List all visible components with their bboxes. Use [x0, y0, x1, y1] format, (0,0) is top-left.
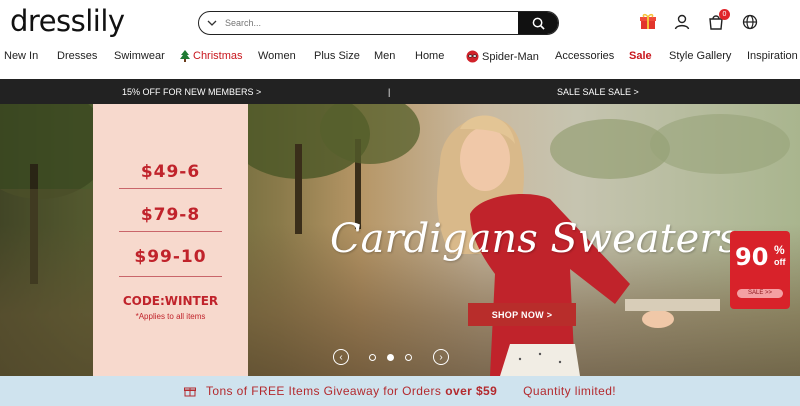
logo[interactable]: dresslily: [10, 4, 125, 38]
carousel-dot[interactable]: [369, 354, 376, 361]
sale-pill: SALE >>: [737, 289, 783, 298]
price-divider: [119, 188, 222, 189]
bag-icon[interactable]: 0: [706, 9, 730, 32]
chevron-left-icon: ‹: [339, 351, 343, 363]
carousel-next-button[interactable]: ›: [433, 349, 449, 365]
price-tier-2: $79-8: [140, 205, 201, 225]
discount-percent: 90: [735, 243, 769, 271]
spiderman-icon: [466, 50, 479, 63]
site-header: dresslily 0: [0, 0, 800, 44]
price-tier-1: $49-6: [140, 162, 201, 182]
nav-item-swimwear[interactable]: Swimwear: [114, 50, 165, 62]
nav-item-christmas[interactable]: Christmas: [180, 50, 243, 62]
bag-count-badge: 0: [719, 9, 730, 20]
discount-badge[interactable]: 90 % off SALE >>: [730, 231, 790, 309]
gift-icon[interactable]: [638, 12, 658, 32]
nav-item-inspiration[interactable]: Inspiration: [747, 50, 798, 62]
promo-new-members-link[interactable]: 15% OFF FOR NEW MEMBERS >: [122, 87, 261, 97]
shop-now-button[interactable]: SHOP NOW >: [468, 303, 576, 326]
gift-icon: [183, 385, 196, 397]
promo-code: CODE:WINTER: [122, 294, 219, 308]
chevron-right-icon: ›: [439, 351, 443, 363]
nav-item-plus-size[interactable]: Plus Size: [314, 50, 360, 62]
carousel-dot[interactable]: [405, 354, 412, 361]
globe-icon[interactable]: [740, 12, 760, 32]
user-icon[interactable]: [672, 12, 692, 32]
nav-item-dresses[interactable]: Dresses: [57, 50, 97, 62]
giveaway-text: Tons of FREE Items Giveaway for Orders: [205, 384, 442, 398]
price-tier-3: $99-10: [134, 247, 207, 267]
search-bar: [198, 11, 559, 35]
nav-item-men[interactable]: Men: [374, 50, 395, 62]
carousel-prev-button[interactable]: ‹: [333, 349, 349, 365]
giveaway-limit-text: Quantity limited!: [523, 384, 617, 398]
promo-divider: |: [388, 87, 391, 97]
nav-item-women[interactable]: Women: [258, 50, 296, 62]
discount-percent-sign: %: [774, 243, 785, 257]
nav-item-new-in[interactable]: New In: [4, 50, 38, 62]
nav-item-home[interactable]: Home: [415, 50, 444, 62]
promo-bar: 15% OFF FOR NEW MEMBERS > | SALE SALE SA…: [0, 79, 800, 104]
price-divider: [119, 231, 222, 232]
nav-item-sale[interactable]: Sale: [629, 50, 652, 62]
carousel-dot[interactable]: [387, 354, 394, 361]
nav-item-accessories[interactable]: Accessories: [555, 50, 614, 62]
giveaway-banner[interactable]: Tons of FREE Items Giveaway for Orders o…: [0, 376, 800, 406]
christmas-tree-icon: [180, 50, 190, 62]
promo-sale-link[interactable]: SALE SALE SALE >: [557, 87, 639, 97]
nav-item-spider-man[interactable]: Spider-Man: [466, 50, 539, 63]
search-icon: [532, 17, 545, 30]
price-panel: $49-6 $79-8 $99-10 CODE:WINTER *Applies …: [93, 104, 248, 376]
discount-off-label: off: [774, 257, 786, 267]
chevron-down-icon[interactable]: [199, 17, 221, 29]
promo-code-note: *Applies to all items: [135, 312, 206, 321]
nav-item-style-gallery[interactable]: Style Gallery: [669, 50, 731, 62]
search-input[interactable]: [221, 12, 518, 34]
hero-headline: Cardigans Sweaters: [330, 216, 739, 262]
header-icons: 0: [638, 9, 760, 32]
search-button[interactable]: [518, 12, 558, 34]
price-divider: [119, 276, 222, 277]
giveaway-threshold: over $59: [445, 384, 498, 398]
hero-banner[interactable]: $49-6 $79-8 $99-10 CODE:WINTER *Applies …: [0, 104, 800, 376]
